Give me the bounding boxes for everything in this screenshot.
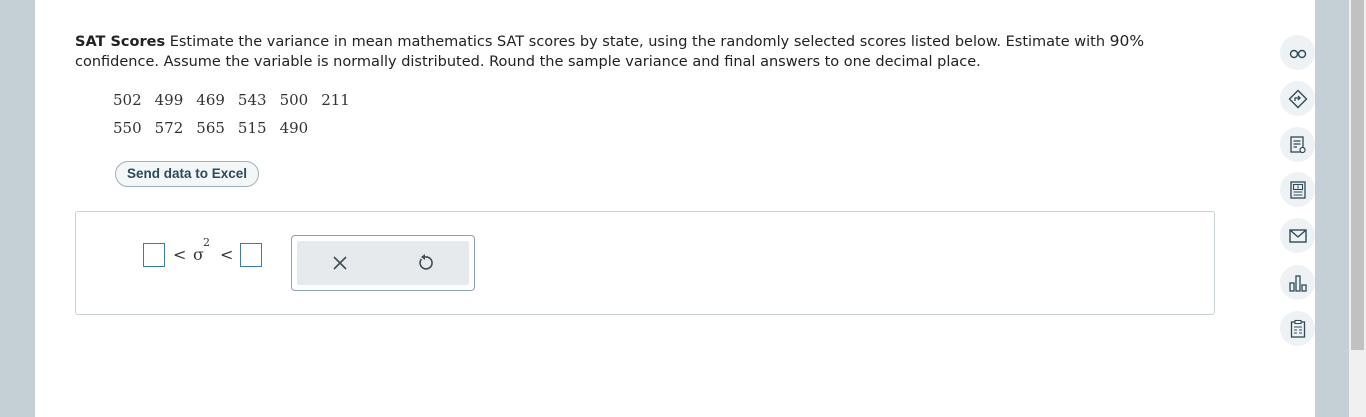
answer-area: < σ 2 < xyxy=(75,211,1215,315)
data-value: 550 xyxy=(113,119,142,137)
question-text: SAT Scores Estimate the variance in mean… xyxy=(75,31,1215,72)
upper-bound-input[interactable] xyxy=(240,243,262,267)
exponent: 2 xyxy=(203,236,210,249)
clipboard-button[interactable] xyxy=(1280,311,1315,346)
scrollbar[interactable] xyxy=(1349,0,1366,417)
notes-icon xyxy=(1289,135,1306,153)
calculator-icon xyxy=(1289,180,1306,199)
tools-panel xyxy=(297,241,469,285)
less-than-symbol: < xyxy=(173,245,187,264)
chart-button[interactable] xyxy=(1280,265,1315,300)
data-value: 572 xyxy=(154,119,184,137)
confidence-value: 90% xyxy=(1109,32,1145,50)
data-value: 490 xyxy=(279,119,309,137)
less-than-symbol: < xyxy=(220,245,234,264)
notes-button[interactable] xyxy=(1280,127,1315,162)
question-title: SAT Scores xyxy=(75,34,166,50)
data-table: 502 499 469 543 500 211 550 572 565 515 … xyxy=(113,86,363,142)
lower-bound-input[interactable] xyxy=(143,243,165,267)
data-value: 500 xyxy=(279,91,309,109)
data-value: 469 xyxy=(196,91,225,109)
mail-icon xyxy=(1288,228,1307,243)
undo-button[interactable] xyxy=(415,253,435,273)
data-value: 211 xyxy=(321,91,350,109)
glasses-icon xyxy=(1289,49,1306,58)
chart-icon xyxy=(1288,274,1307,292)
data-value: 499 xyxy=(154,91,184,109)
directions-icon xyxy=(1288,89,1307,108)
question-page: SAT Scores Estimate the variance in mean… xyxy=(35,0,1315,417)
data-row-2: 550 572 565 515 490 xyxy=(113,114,363,142)
clipboard-icon xyxy=(1290,319,1305,338)
data-value: 515 xyxy=(237,119,267,137)
send-to-excel-button[interactable]: Send data to Excel xyxy=(115,161,260,187)
undo-icon xyxy=(419,254,433,270)
mail-button[interactable] xyxy=(1280,218,1315,253)
data-value: 565 xyxy=(196,119,225,137)
close-icon xyxy=(333,256,347,270)
answer-tools xyxy=(291,235,475,291)
calculator-button[interactable] xyxy=(1280,172,1315,207)
question-body-2: confidence. Assume the variable is norma… xyxy=(75,54,981,70)
directions-button[interactable] xyxy=(1280,81,1315,116)
data-value: 543 xyxy=(237,91,267,109)
data-value: 502 xyxy=(113,91,142,109)
data-row-1: 502 499 469 543 500 211 xyxy=(113,86,363,114)
scrollbar-thumb[interactable] xyxy=(1351,0,1364,350)
question-body-1: Estimate the variance in mean mathematic… xyxy=(165,34,1110,50)
clear-button[interactable] xyxy=(330,253,350,273)
right-gutter xyxy=(1315,0,1349,417)
glasses-button[interactable] xyxy=(1280,35,1315,70)
